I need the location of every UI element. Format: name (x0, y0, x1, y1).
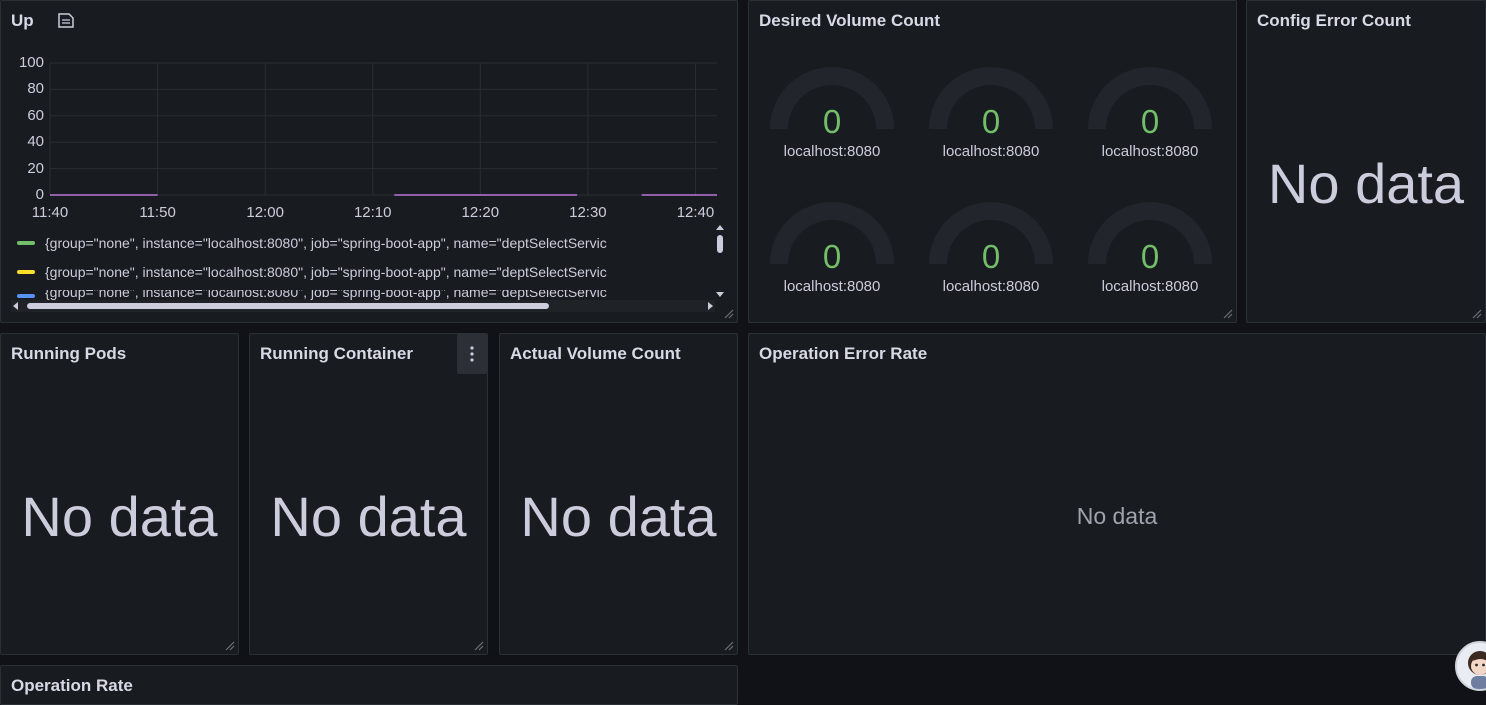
legend-label: {group="none", instance="localhost:8080"… (45, 235, 607, 251)
no-data-message: No data (1267, 152, 1465, 215)
gauge: 0 localhost:8080 (1075, 186, 1225, 306)
no-data-message: No data (1076, 503, 1158, 529)
chart-plot-area (49, 62, 717, 196)
legend-vertical-scrollbar[interactable] (714, 223, 726, 299)
panel-title: Operation Rate (11, 676, 133, 695)
panel-resize-handle[interactable] (1223, 309, 1233, 319)
legend-color-swatch (17, 294, 35, 298)
panel-actual-volume-count: Actual Volume Count No data (499, 333, 738, 655)
panel-resize-handle[interactable] (724, 641, 734, 651)
panel-resize-handle[interactable] (474, 641, 484, 651)
gauge-value: 0 (981, 238, 1001, 275)
gauge-value: 0 (1140, 238, 1160, 275)
gauge: 0 localhost:8080 (916, 51, 1066, 171)
panel-resize-handle[interactable] (1472, 309, 1482, 319)
up-chart[interactable]: 0 20 40 60 80 100 11:40 11:50 12:00 12:10 12:20 12… (1, 1, 737, 231)
legend-horizontal-scrollbar[interactable] (11, 299, 715, 312)
panel-operation-error-rate: Operation Error Rate No data (748, 333, 1486, 655)
panel-title: Running Pods (11, 344, 127, 363)
panel-resize-handle[interactable] (724, 309, 734, 319)
gauge-value: 0 (822, 103, 842, 140)
gauge-label: localhost:8080 (783, 143, 881, 160)
legend-item[interactable]: {group="none", instance="localhost:8080"… (17, 261, 723, 283)
gauge: 0 localhost:8080 (757, 51, 907, 171)
gauge: 0 localhost:8080 (757, 186, 907, 306)
gauge-label: localhost:8080 (942, 143, 1040, 160)
panel-title: Running Container (260, 344, 413, 363)
panel-up: Up 0 20 40 60 80 100 11:40 11:50 12:00 12:10 12:2… (0, 0, 738, 323)
panel-config-error-count: Config Error Count No data (1246, 0, 1486, 323)
panel-running-pods: Running Pods No data (0, 333, 239, 655)
panel-title: Config Error Count (1257, 11, 1411, 30)
more-vertical-icon (470, 346, 474, 362)
no-data-message: No data (270, 485, 467, 548)
panel-resize-handle[interactable] (225, 641, 235, 651)
legend-color-swatch (17, 270, 35, 274)
no-data-message: No data (21, 485, 218, 548)
no-data-message: No data (520, 485, 717, 548)
gauge-label: localhost:8080 (783, 278, 881, 295)
gauge-label: localhost:8080 (942, 278, 1040, 295)
panel-title: Operation Error Rate (759, 344, 928, 363)
legend-label: {group="none", instance="localhost:8080"… (45, 264, 607, 280)
gauge: 0 localhost:8080 (1075, 51, 1225, 171)
gauge-value: 0 (981, 103, 1001, 140)
gauge-value: 0 (822, 238, 842, 275)
gauge-value: 0 (1140, 103, 1160, 140)
gauge-label: localhost:8080 (1101, 143, 1199, 160)
panel-menu-button[interactable] (457, 334, 487, 374)
panel-title: Actual Volume Count (510, 344, 681, 363)
gauge: 0 localhost:8080 (916, 186, 1066, 306)
panel-desired-volume-count: Desired Volume Count 0 localhost:8080 0 loc… (748, 0, 1237, 323)
gauge-label: localhost:8080 (1101, 278, 1199, 295)
panel-operation-rate: Operation Rate (0, 665, 738, 705)
panel-running-container: Running Container No data (249, 333, 488, 655)
panel-title: Desired Volume Count (759, 11, 941, 30)
legend-item[interactable]: {group="none", instance="localhost:8080"… (17, 232, 723, 254)
legend-color-swatch (17, 241, 35, 245)
